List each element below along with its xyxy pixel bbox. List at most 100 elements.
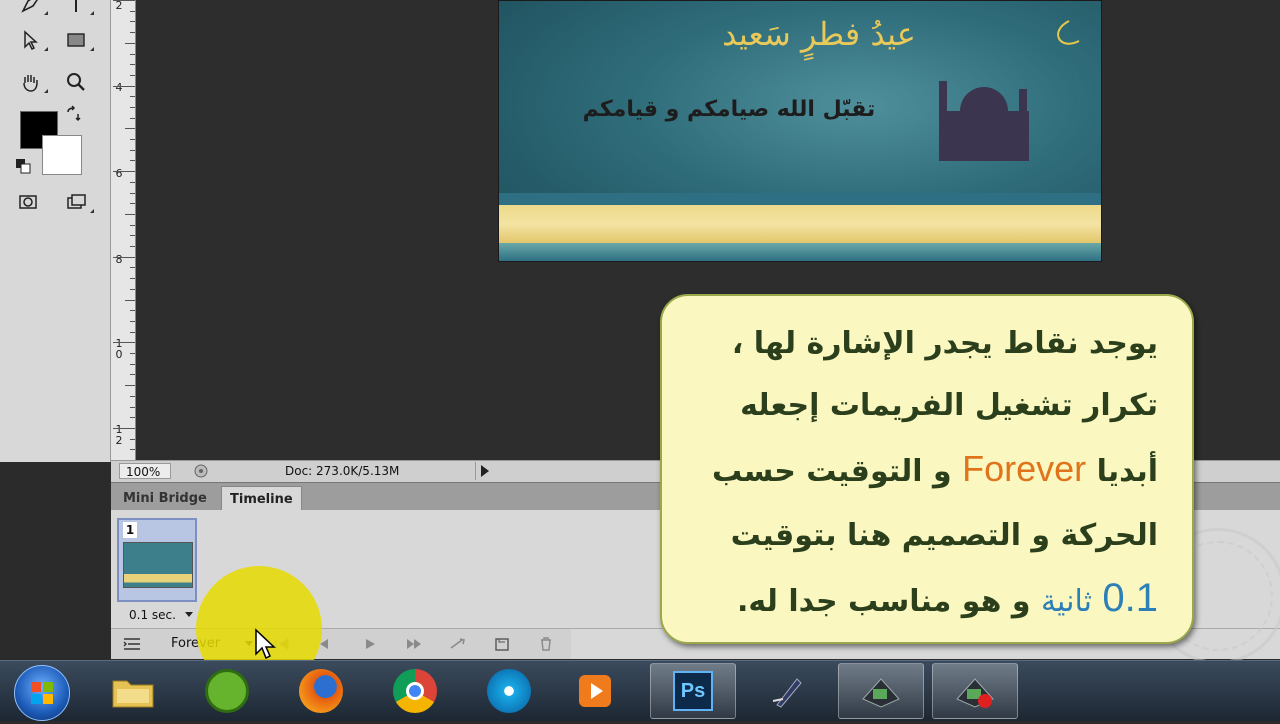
ruler-tick xyxy=(125,128,135,129)
callout-line-1: يوجد نقاط يجدر الإشارة لها ، xyxy=(731,326,1158,361)
ruler-tick xyxy=(113,86,135,87)
ruler-tick xyxy=(130,321,135,322)
ruler-tick xyxy=(130,396,135,397)
ruler-tick xyxy=(130,96,135,97)
ruler-tick xyxy=(113,342,135,343)
photoshop-icon[interactable]: Ps xyxy=(650,663,736,719)
tutorial-callout: يوجد نقاط يجدر الإشارة لها ، تكرار تشغيل… xyxy=(660,294,1194,644)
mouse-cursor-icon xyxy=(255,628,276,660)
ruler-tick xyxy=(130,54,135,55)
ruler-tick xyxy=(125,43,135,44)
ruler-tick xyxy=(130,182,135,183)
path-selection-icon[interactable] xyxy=(14,26,48,54)
ruler-tick xyxy=(125,214,135,215)
ruler-tick xyxy=(130,278,135,279)
ruler-tick xyxy=(130,193,135,194)
callout-text: و التوقيت حسب xyxy=(711,454,952,489)
ruler-tick xyxy=(113,0,135,1)
next-frame-icon[interactable] xyxy=(403,634,425,654)
ruler-tick xyxy=(130,235,135,236)
convert-timeline-icon[interactable] xyxy=(121,634,143,654)
tween-icon[interactable] xyxy=(447,634,469,654)
callout-line-2: تكرار تشغيل الفريمات إجعله xyxy=(740,388,1158,423)
delete-frame-icon[interactable] xyxy=(535,634,557,654)
firefox-icon[interactable] xyxy=(278,663,364,719)
tools-panel xyxy=(0,0,111,462)
ruler-label: 2 xyxy=(115,0,123,12)
pen-tool-icon[interactable] xyxy=(744,663,830,719)
tab-mini-bridge[interactable]: Mini Bridge xyxy=(115,486,215,511)
ruler-tick xyxy=(130,11,135,12)
screen-mode-icon[interactable] xyxy=(60,188,94,216)
ruler-tick xyxy=(130,246,135,247)
utorrent-icon[interactable] xyxy=(184,663,270,719)
background-color-swatch[interactable] xyxy=(42,135,82,175)
ruler-tick xyxy=(130,267,135,268)
ruler-tick xyxy=(130,353,135,354)
ruler-tick xyxy=(130,439,135,440)
callout-forever-keyword: Forever xyxy=(962,448,1087,489)
ruler-tick xyxy=(130,332,135,333)
ruler-tick xyxy=(130,160,135,161)
frame-thumbnail xyxy=(123,542,193,588)
app-window-record-icon[interactable] xyxy=(932,663,1018,719)
tab-timeline[interactable]: Timeline xyxy=(221,486,302,512)
app-window-icon[interactable] xyxy=(838,663,924,719)
swap-colors-icon[interactable] xyxy=(60,102,86,128)
ruler-tick xyxy=(130,118,135,119)
chevron-down-icon[interactable] xyxy=(185,612,193,617)
frame-number: 1 xyxy=(123,522,137,538)
play-icon[interactable] xyxy=(359,634,381,654)
callout-line-4: الحركة و التصميم هنا بتوقيت xyxy=(730,518,1158,553)
ruler-tick xyxy=(130,75,135,76)
ruler-tick xyxy=(130,289,135,290)
ruler-tick xyxy=(113,257,135,258)
ruler-tick xyxy=(130,203,135,204)
ruler-tick xyxy=(130,407,135,408)
ruler-tick xyxy=(130,310,135,311)
file-explorer-icon[interactable] xyxy=(90,663,176,719)
default-colors-icon[interactable] xyxy=(10,154,36,178)
ruler-tick xyxy=(113,171,135,172)
status-menu-arrow-icon[interactable] xyxy=(475,462,494,480)
ruler-tick xyxy=(130,139,135,140)
frame-delay[interactable]: 0.1 sec. xyxy=(129,608,176,622)
media-player-icon[interactable] xyxy=(466,663,552,719)
hand-tool-icon[interactable] xyxy=(14,68,48,96)
zoom-reset-icon[interactable] xyxy=(193,463,209,479)
ruler-tick xyxy=(130,32,135,33)
type-tool-icon[interactable] xyxy=(60,0,94,18)
callout-text: أبديا xyxy=(1096,454,1158,489)
windows-start-icon[interactable] xyxy=(14,665,70,721)
chrome-icon[interactable] xyxy=(372,663,458,719)
play-icon[interactable] xyxy=(554,663,640,719)
ruler-tick xyxy=(130,64,135,65)
ruler-label: 4 xyxy=(115,81,123,94)
callout-line-3: أبديا Forever و التوقيت حسب xyxy=(712,448,1158,490)
ruler-label: 8 xyxy=(115,253,123,266)
rectangle-tool-icon[interactable] xyxy=(60,26,94,54)
ruler-tick xyxy=(130,449,135,450)
ruler-tick xyxy=(130,225,135,226)
ruler-tick xyxy=(125,385,135,386)
ruler-tick xyxy=(113,428,135,429)
callout-line-5: 0.1 ثانية و هو مناسب جدا له. xyxy=(737,576,1158,621)
callout-text: و هو مناسب جدا له. xyxy=(737,584,1031,619)
banner-subtitle: تقبّل الله صيامكم و قيامكم xyxy=(582,97,876,122)
banner-title: عيدُ فطرٍ سَعيد xyxy=(722,15,916,53)
zoom-tool-icon[interactable] xyxy=(60,68,92,96)
pen-tool-icon[interactable] xyxy=(14,0,48,18)
ruler-tick xyxy=(130,417,135,418)
document-size-info[interactable]: Doc: 273.0K/5.13M xyxy=(285,464,399,478)
callout-time-value: 0.1 xyxy=(1102,576,1158,620)
animation-frame[interactable]: 1 xyxy=(117,518,197,602)
ruler-tick xyxy=(130,107,135,108)
vertical-ruler: 2 4 6 8 10 12 xyxy=(111,0,136,462)
callout-seconds-word: ثانية xyxy=(1040,584,1092,619)
zoom-level-field[interactable]: 100% xyxy=(119,463,171,479)
duplicate-frame-icon[interactable] xyxy=(491,634,513,654)
ruler-tick xyxy=(130,364,135,365)
quick-mask-icon[interactable] xyxy=(12,188,44,216)
ruler-tick xyxy=(130,21,135,22)
timeline-controls: Forever xyxy=(111,628,571,659)
